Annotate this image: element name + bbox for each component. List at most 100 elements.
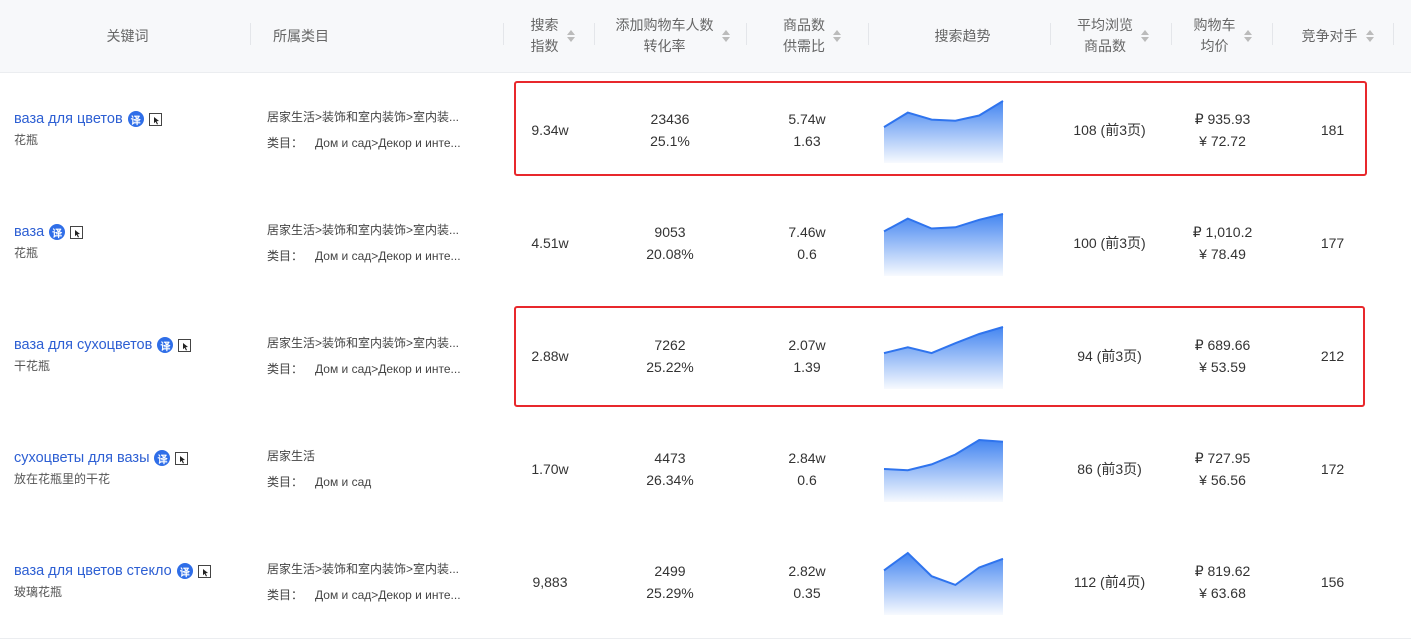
trend-area	[884, 439, 1003, 502]
cursor-icon[interactable]	[70, 225, 84, 239]
trend-area	[884, 100, 1003, 163]
keyword-link[interactable]: ваза для сухоцветов	[14, 337, 152, 353]
price-cny: ¥ 56.56	[1199, 471, 1246, 488]
price-rub: ₽ 689.66	[1194, 336, 1251, 353]
header-divider	[1272, 23, 1273, 45]
price-cny: ¥ 63.68	[1199, 584, 1246, 601]
supply-cell: 2.84w 0.6	[762, 412, 852, 525]
cart-count: 7262	[654, 336, 686, 353]
sort-icon[interactable]	[566, 30, 575, 42]
cursor-icon[interactable]	[148, 112, 162, 126]
trend-sparkline	[883, 438, 1004, 502]
competitors-value: 181	[1320, 121, 1345, 138]
translate-badge-icon[interactable]: 译	[157, 337, 174, 353]
sort-icon[interactable]	[1243, 30, 1252, 42]
table-row[interactable]: ваза для цветов 译 花瓶 居家生活>装饰和室内装饰>室内装...…	[0, 73, 1411, 187]
trend-cell	[883, 412, 1005, 525]
price-cell: ₽ 935.93 ¥ 72.72	[1180, 73, 1265, 186]
keyword-link[interactable]: сухоцветы для вазы	[14, 450, 149, 466]
competitors-value: 172	[1320, 460, 1345, 477]
table-row[interactable]: ваза для цветов стекло 译 玻璃花瓶 居家生活>装饰和室内…	[0, 525, 1411, 639]
search-index-cell: 2.88w	[515, 299, 585, 412]
cursor-icon[interactable]	[175, 451, 189, 465]
price-cny: ¥ 53.59	[1199, 358, 1246, 375]
cart-cell: 4473 26.34%	[605, 412, 735, 525]
price-rub: ₽ 727.95	[1194, 449, 1251, 466]
browse-cell: 86 (前3页)	[1062, 412, 1157, 525]
cart-cell: 7262 25.22%	[605, 299, 735, 412]
cart-cell: 9053 20.08%	[605, 186, 735, 299]
search-index-value: 2.88w	[531, 347, 569, 364]
keyword-table: 关键词 所属类目 搜索 指数 添加购物车人数 转化率 商品数 供需比 搜索趋势 平均浏…	[0, 0, 1411, 73]
sort-icon[interactable]	[721, 30, 730, 42]
category-path-cn: 居家生活>装饰和室内装饰>室内装...	[267, 336, 460, 350]
competitors-cell: 172	[1295, 412, 1370, 525]
translate-badge-icon[interactable]: 译	[127, 111, 144, 127]
supply-ratio: 0.35	[793, 584, 821, 601]
cart-cell: 2499 25.29%	[605, 525, 735, 638]
table-row[interactable]: ваза для сухоцветов 译 干花瓶 居家生活>装饰和室内装饰>室…	[0, 299, 1411, 413]
header-price[interactable]: 购物车 均价	[1180, 0, 1265, 72]
cart-rate: 25.29%	[646, 584, 694, 601]
price-cny: ¥ 72.72	[1199, 132, 1246, 149]
sort-icon[interactable]	[1365, 30, 1374, 42]
table-header: 关键词 所属类目 搜索 指数 添加购物车人数 转化率 商品数 供需比 搜索趋势 平均浏…	[0, 0, 1411, 73]
price-cell: ₽ 727.95 ¥ 56.56	[1180, 412, 1265, 525]
keyword-translation: 花瓶	[14, 246, 39, 260]
supply-cell: 2.07w 1.39	[762, 299, 852, 412]
category-path-ru: Дом и сад>Декор и инте...	[315, 588, 461, 602]
product-count: 7.46w	[788, 223, 826, 240]
browse-value: 86 (前3页)	[1077, 460, 1142, 477]
keyword-cell: ваза для цветов стекло 译 玻璃花瓶	[14, 525, 244, 638]
keyword-link[interactable]: ваза для цветов стекло	[14, 563, 172, 579]
keyword-cell: ваза 译 花瓶	[14, 186, 244, 299]
category-path-ru: Дом и сад>Декор и инте...	[315, 362, 461, 376]
header-divider	[746, 23, 747, 45]
search-index-cell: 1.70w	[515, 412, 585, 525]
browse-value: 100 (前3页)	[1073, 234, 1146, 251]
keyword-cell: сухоцветы для вазы 译 放在花瓶里的干花	[14, 412, 244, 525]
competitors-cell: 177	[1295, 186, 1370, 299]
table-row[interactable]: сухоцветы для вазы 译 放在花瓶里的干花 居家生活 类目： До…	[0, 412, 1411, 526]
header-cart[interactable]: 添加购物车人数 转化率	[605, 0, 740, 72]
search-index-cell: 9,883	[515, 525, 585, 638]
header-trend: 搜索趋势	[934, 27, 991, 44]
browse-value: 112 (前4页)	[1073, 573, 1146, 590]
price-cell: ₽ 689.66 ¥ 53.59	[1180, 299, 1265, 412]
supply-ratio: 1.39	[793, 358, 821, 375]
header-supply[interactable]: 商品数 供需比	[762, 0, 862, 72]
translate-badge-icon[interactable]: 译	[49, 224, 66, 240]
cursor-icon[interactable]	[197, 564, 211, 578]
header-search-index[interactable]: 搜索 指数	[515, 0, 590, 72]
category-prefix: 类目：	[267, 249, 304, 263]
header-browse[interactable]: 平均浏览 商品数	[1062, 0, 1164, 72]
keyword-link[interactable]: ваза	[14, 224, 44, 240]
translate-badge-icon[interactable]: 译	[154, 450, 171, 466]
keyword-link[interactable]: ваза для цветов	[14, 111, 123, 127]
sort-icon[interactable]	[833, 30, 841, 42]
header-divider	[250, 23, 251, 45]
category-path-ru: Дом и сад>Декор и инте...	[315, 136, 461, 150]
table-row[interactable]: ваза 译 花瓶 居家生活>装饰和室内装饰>室内装... 类目： Дом и с…	[0, 186, 1411, 300]
header-competitors[interactable]: 竞争对手	[1285, 0, 1390, 72]
category-cell: 居家生活 类目： Дом и сад	[267, 412, 487, 525]
keyword-cell: ваза для цветов 译 花瓶	[14, 73, 244, 186]
keyword-translation: 放在花瓶里的干花	[14, 472, 111, 486]
competitors-cell: 156	[1295, 525, 1370, 638]
product-count: 2.07w	[788, 336, 826, 353]
translate-badge-icon[interactable]: 译	[176, 563, 193, 579]
trend-cell	[883, 186, 1005, 299]
cursor-icon[interactable]	[178, 338, 192, 352]
category-path-cn: 居家生活>装饰和室内装饰>室内装...	[267, 562, 460, 576]
category-cell: 居家生活>装饰和室内装饰>室内装... 类目： Дом и сад>Декор и…	[267, 299, 487, 412]
category-cell: 居家生活>装饰和室内装饰>室内装... 类目： Дом и сад>Декор и…	[267, 525, 487, 638]
trend-cell	[883, 73, 1005, 186]
supply-ratio: 0.6	[797, 245, 817, 262]
browse-value: 108 (前3页)	[1073, 121, 1146, 138]
sort-icon[interactable]	[1141, 30, 1149, 42]
header-category: 所属类目	[273, 27, 329, 44]
price-cell: ₽ 819.62 ¥ 63.68	[1180, 525, 1265, 638]
header-divider	[503, 23, 504, 45]
search-index-value: 4.51w	[531, 234, 569, 251]
category-prefix: 类目：	[267, 362, 304, 376]
